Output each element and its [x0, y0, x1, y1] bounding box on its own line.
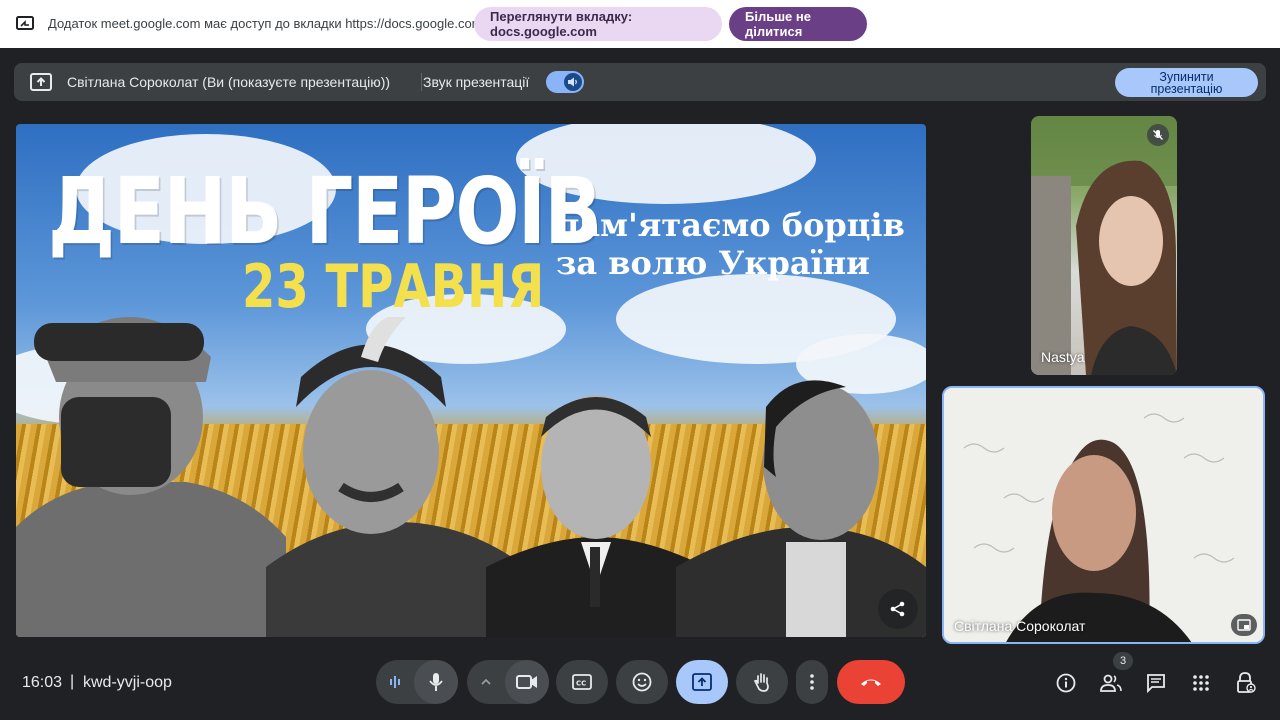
- participant-name: Nastya: [1041, 349, 1085, 365]
- chat-icon: [1147, 674, 1165, 693]
- closed-captions-icon: CC: [572, 674, 592, 690]
- info-icon: [1056, 673, 1076, 693]
- slide-subtitle-line-2: за волю України: [556, 244, 870, 282]
- stop-sharing-button[interactable]: Більше не ділитися: [729, 7, 867, 41]
- bandera-figure: [486, 395, 706, 637]
- present-screen-icon: [692, 673, 712, 691]
- divider: [421, 73, 422, 91]
- speaker-icon: [564, 73, 582, 91]
- camera-button[interactable]: [505, 660, 549, 704]
- microphone-button[interactable]: [414, 660, 458, 704]
- microphone-control: [376, 660, 458, 704]
- leave-call-button[interactable]: [837, 660, 905, 704]
- video-camera-icon: [516, 675, 537, 689]
- camera-control: [467, 660, 549, 704]
- captions-button[interactable]: CC: [556, 660, 608, 704]
- mic-off-icon: [1147, 124, 1169, 146]
- hand-icon: [753, 673, 769, 692]
- microphone-icon: [429, 673, 443, 691]
- share-button[interactable]: [878, 589, 918, 629]
- slide-date: 23 ТРАВНЯ: [242, 252, 545, 322]
- emoji-icon: [632, 672, 652, 692]
- participant-tile-self[interactable]: Світлана Сороколат: [942, 386, 1265, 644]
- camera-options-button[interactable]: [467, 660, 505, 704]
- meeting-time: 16:03: [22, 674, 63, 691]
- presentation-audio-toggle[interactable]: [546, 71, 584, 93]
- presentation-audio-label: Звук презентації: [423, 74, 530, 90]
- participant-video: [1031, 116, 1177, 375]
- tab-sharing-infobar: Додаток meet.google.com має доступ до вк…: [0, 0, 1280, 48]
- meeting-details-button[interactable]: [1049, 666, 1083, 700]
- apps-grid-icon: [1193, 675, 1209, 691]
- more-vert-icon: [810, 674, 814, 690]
- activities-button[interactable]: [1184, 666, 1218, 700]
- sharing-message: Додаток meet.google.com має доступ до вк…: [48, 16, 483, 31]
- share-icon: [890, 601, 905, 617]
- present-now-button[interactable]: [676, 660, 728, 704]
- lock-person-icon: [1237, 672, 1256, 693]
- people-icon: [1100, 674, 1122, 692]
- presentation-bar: Світлана Сороколат (Ви (показуєте презен…: [14, 63, 1266, 101]
- chat-button[interactable]: [1139, 666, 1173, 700]
- soldier-figure: [16, 317, 286, 637]
- chevron-up-icon: [481, 678, 491, 685]
- host-controls-button[interactable]: [1229, 666, 1263, 700]
- picture-in-picture-icon: [1237, 619, 1251, 631]
- svg-text:CC: CC: [576, 680, 586, 688]
- audio-level-icon[interactable]: [376, 660, 414, 704]
- people-button[interactable]: [1094, 666, 1128, 700]
- stop-presenting-button[interactable]: Зупинити презентацію: [1115, 68, 1258, 97]
- more-options-button[interactable]: [796, 660, 828, 704]
- slide-title: ДЕНЬ ГЕРОЇВ: [48, 158, 602, 265]
- presented-slide: ДЕНЬ ГЕРОЇВ 23 ТРАВНЯ пам'ятаємо борців …: [16, 124, 926, 637]
- view-tab-button[interactable]: Переглянути вкладку: docs.google.com: [474, 7, 722, 41]
- call-end-icon: [861, 679, 881, 686]
- tab-share-icon: [16, 16, 34, 30]
- slide-subtitle: пам'ятаємо борців за волю України: [556, 206, 905, 282]
- meeting-code: kwd-yvji-oop: [83, 674, 172, 691]
- participant-tile-nastya[interactable]: Nastya: [1031, 116, 1177, 375]
- reactions-button[interactable]: [616, 660, 668, 704]
- presenter-name: Світлана Сороколат (Ви (показуєте презен…: [67, 74, 391, 90]
- participant-video: [944, 388, 1263, 642]
- picture-in-picture-button[interactable]: [1231, 614, 1257, 636]
- raise-hand-button[interactable]: [736, 660, 788, 704]
- footer-separator: |: [70, 673, 75, 690]
- present-screen-icon: [30, 73, 52, 91]
- slide-subtitle-line-1: пам'ятаємо борців: [556, 206, 905, 244]
- participant-name: Світлана Сороколат: [954, 618, 1086, 634]
